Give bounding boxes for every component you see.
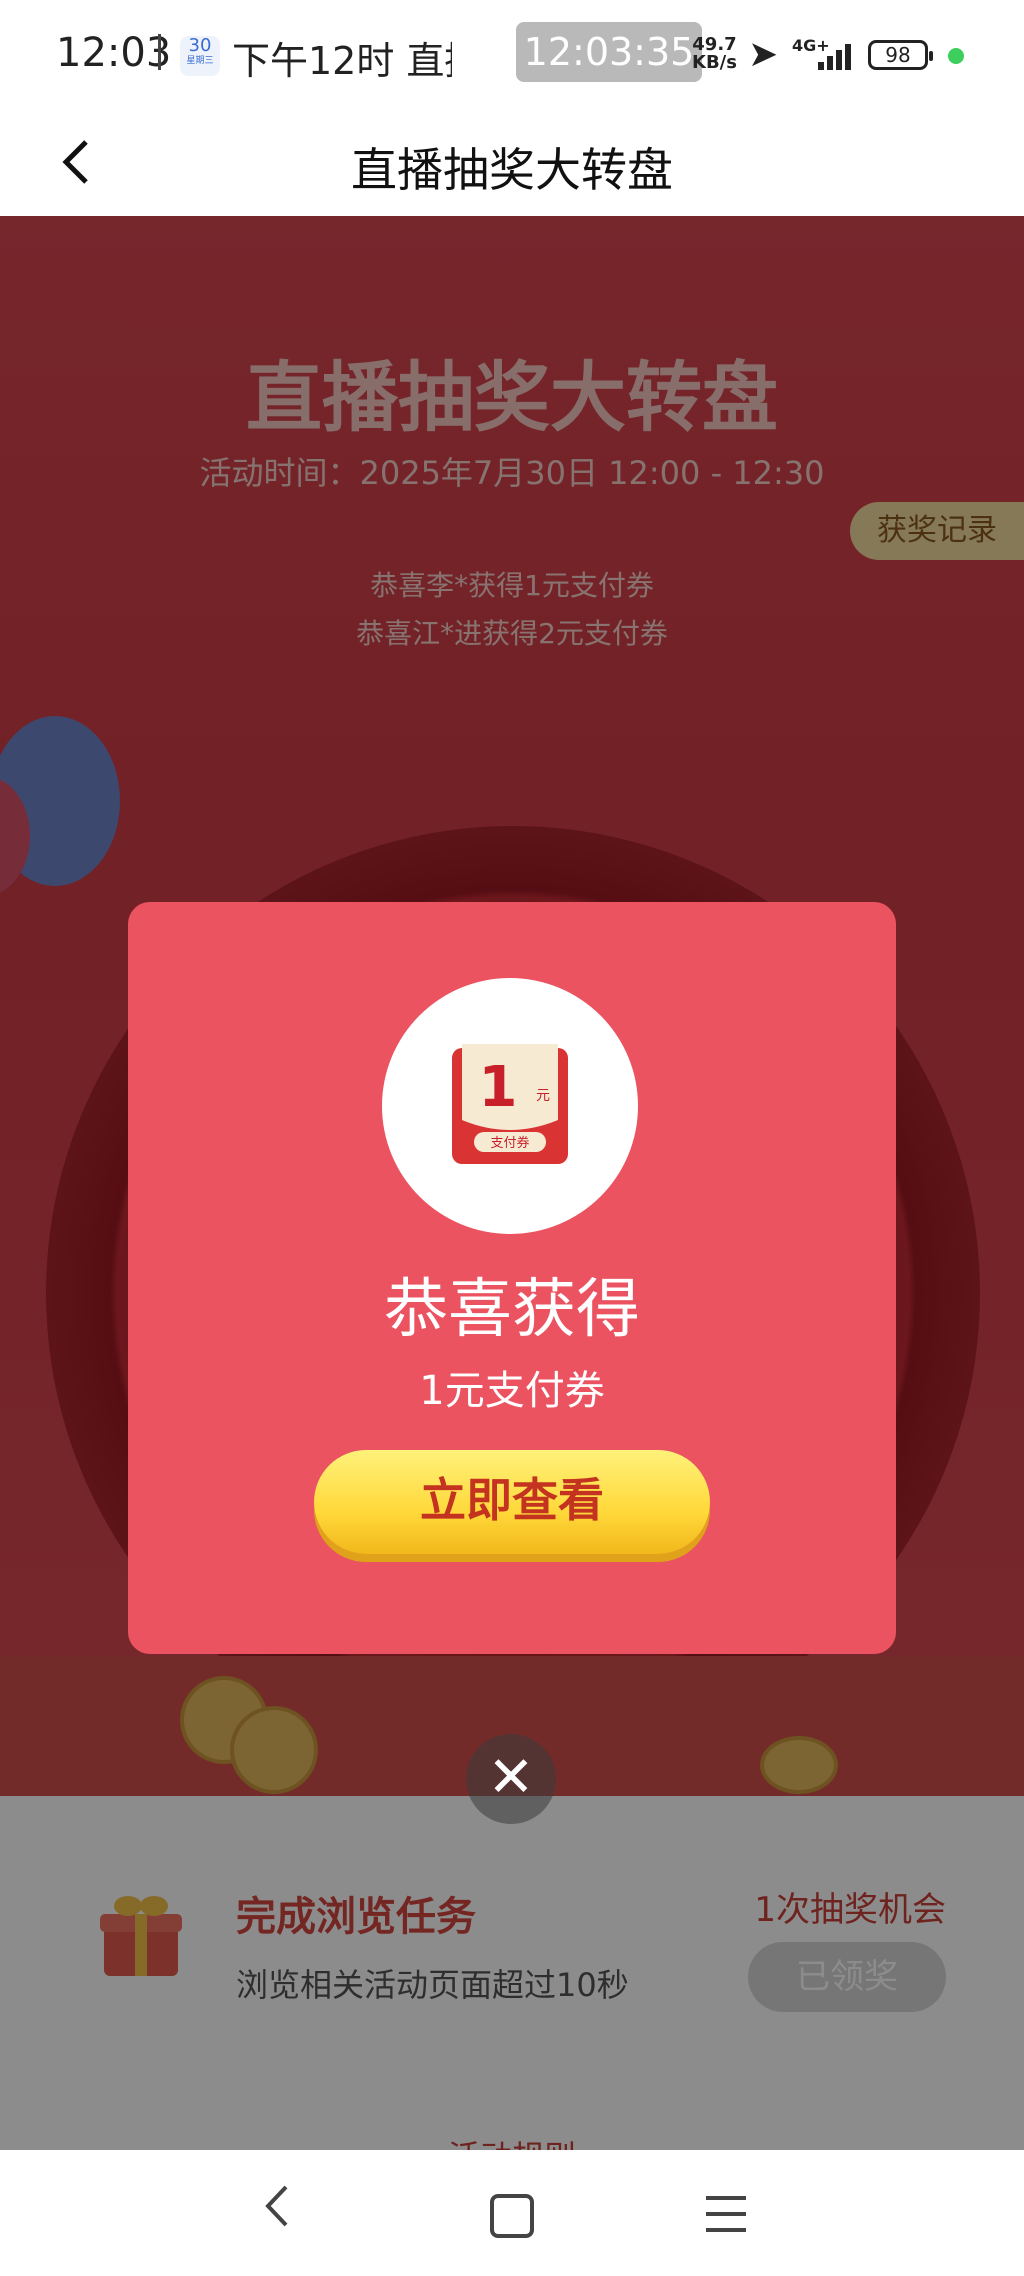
- coupon-label: 支付券: [490, 1135, 529, 1151]
- prize-image-circle: 1 元 支付券: [382, 978, 638, 1234]
- navigation-bar: 直播抽奖大转盘: [0, 112, 1024, 216]
- status-notification: 下午12时 直播: [232, 39, 452, 83]
- prize-modal: 1 元 支付券 恭喜获得 1元支付券 立即查看: [128, 902, 896, 1654]
- system-back-icon[interactable]: [262, 2180, 292, 2245]
- status-bar: 12:03 30 星期三 下午12时 直播 12:03:35 49.7 KB/s…: [0, 0, 1024, 112]
- system-menu-icon[interactable]: [706, 2194, 746, 2234]
- status-separator: [158, 34, 161, 70]
- signal-icon: [818, 40, 858, 70]
- calendar-sub: 星期三: [186, 56, 214, 66]
- coupon-unit: 元: [536, 1088, 550, 1104]
- system-home-icon[interactable]: [490, 2194, 534, 2238]
- status-time: 12:03: [56, 30, 172, 76]
- network-speed: 49.7 KB/s: [692, 34, 737, 73]
- system-navigation-bar: [0, 2150, 1024, 2276]
- location-icon: ➤: [748, 34, 779, 75]
- view-now-button[interactable]: 立即查看: [314, 1450, 710, 1554]
- close-icon[interactable]: ✕: [466, 1734, 556, 1824]
- clock-overlay: 12:03:35: [516, 22, 702, 82]
- status-dot: [948, 48, 964, 64]
- calendar-icon: 30 星期三: [180, 36, 220, 76]
- modal-title: 恭喜获得: [384, 1273, 640, 1347]
- coupon-icon: 1 元 支付券: [452, 1044, 568, 1164]
- battery-icon: 98: [868, 40, 933, 70]
- calendar-day: 30: [188, 35, 212, 56]
- coupon-value: 1: [479, 1055, 518, 1120]
- prize-name: 1元支付券: [419, 1368, 605, 1414]
- modal-overlay[interactable]: 1 元 支付券 恭喜获得 1元支付券 立即查看 ✕: [0, 216, 1024, 2150]
- page-title: 直播抽奖大转盘: [351, 143, 673, 197]
